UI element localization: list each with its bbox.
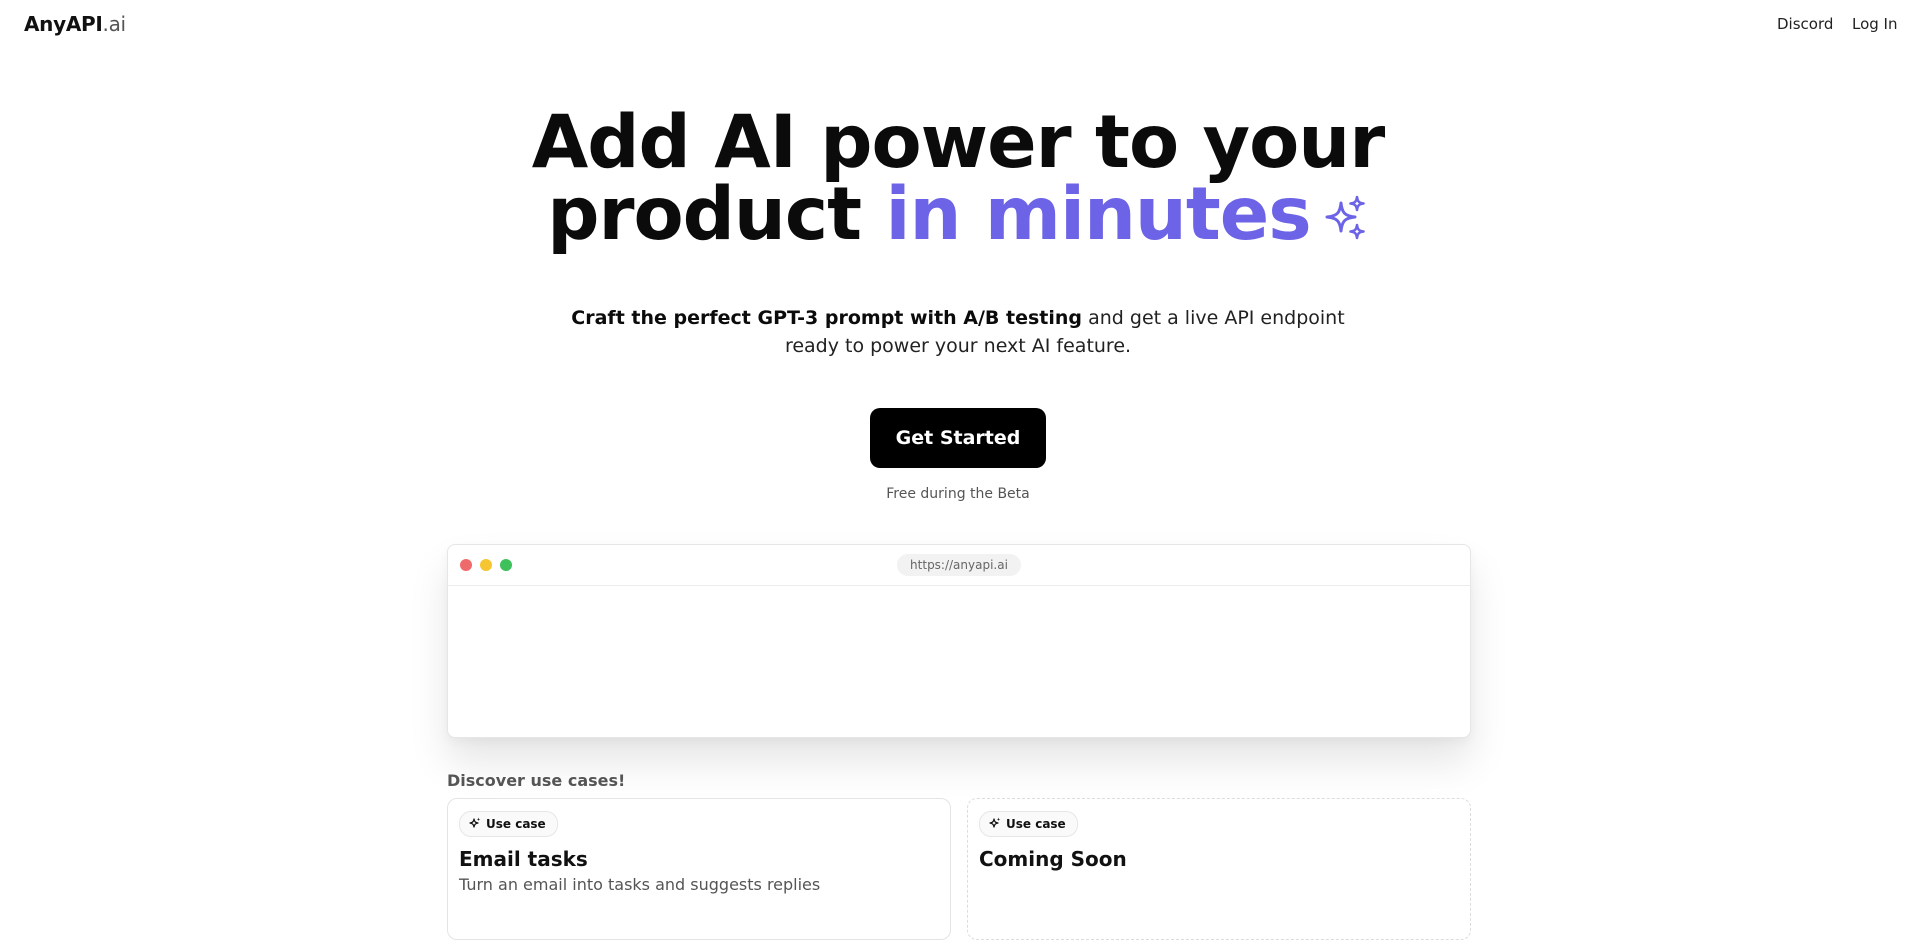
logo[interactable]: AnyAPI.ai — [24, 12, 126, 36]
window-minimize-dot — [480, 559, 492, 571]
use-case-badge: Use case — [979, 811, 1078, 837]
use-case-title: Email tasks — [459, 847, 588, 871]
window-maximize-dot — [500, 559, 512, 571]
logo-main: AnyAPI — [24, 12, 103, 36]
use-case-title: Coming Soon — [979, 847, 1127, 871]
browser-toolbar: https://anyapi.ai — [448, 545, 1470, 586]
use-case-description: Turn an email into tasks and suggests re… — [459, 875, 821, 894]
use-case-badge-label: Use case — [1006, 817, 1066, 831]
use-case-card-email-tasks[interactable]: Use case Email tasks Turn an email into … — [447, 798, 951, 940]
window-close-dot — [460, 559, 472, 571]
cta-note: Free during the Beta — [886, 486, 1030, 502]
hero-title-line2: product — [547, 172, 862, 257]
browser-mockup: https://anyapi.ai — [447, 544, 1471, 738]
discord-link[interactable]: Discord — [1777, 15, 1833, 33]
login-link[interactable]: Log In — [1852, 15, 1898, 33]
use-case-badge: Use case — [459, 811, 558, 837]
logo-suffix: .ai — [102, 12, 127, 36]
url-bar: https://anyapi.ai — [897, 554, 1021, 576]
sparkles-icon — [469, 817, 481, 828]
top-nav: AnyAPI.ai Discord Log In — [0, 0, 1916, 48]
hero-title-accent: in minutes — [885, 172, 1311, 257]
use-case-badge-label: Use case — [486, 817, 546, 831]
use-case-card-coming-soon: Use case Coming Soon — [967, 798, 1471, 940]
hero-subtitle: Craft the perfect GPT-3 prompt with A/B … — [558, 304, 1358, 360]
use-cases-label: Discover use cases! — [447, 771, 626, 790]
get-started-button[interactable]: Get Started — [870, 408, 1046, 468]
sparkles-icon — [1325, 195, 1365, 240]
hero-subtitle-bold: Craft the perfect GPT-3 prompt with A/B … — [571, 307, 1083, 329]
hero-title: Add AI power to your product in minutes — [0, 106, 1916, 251]
sparkles-icon — [989, 817, 1001, 828]
